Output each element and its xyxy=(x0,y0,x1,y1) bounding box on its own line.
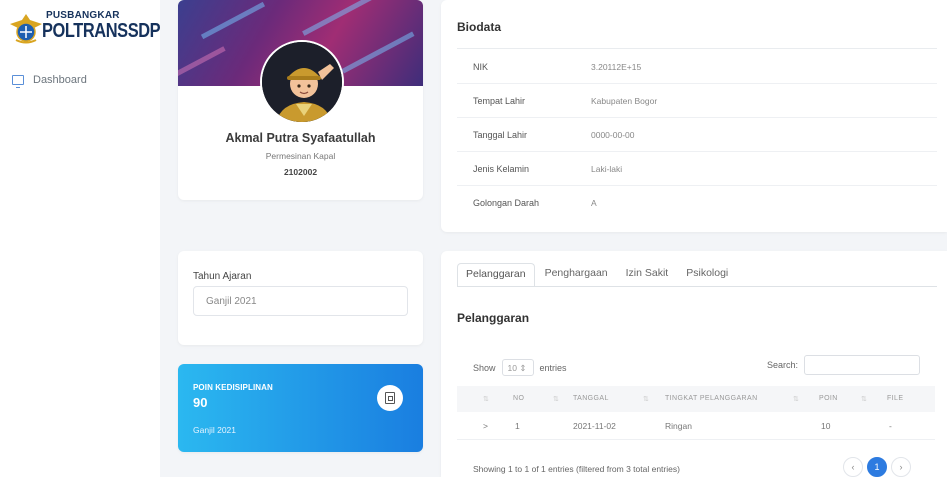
cell-no: 1 xyxy=(515,421,520,431)
biodata-value: Kabupaten Bogor xyxy=(591,96,658,106)
sort-icon: ⇅ xyxy=(553,396,560,403)
sidebar-item-label: Dashboard xyxy=(33,74,87,86)
biodata-row-jenis-kelamin: Jenis Kelamin Laki-laki xyxy=(457,152,937,186)
cell-file: - xyxy=(889,421,892,431)
poin-label: POIN KEDISIPLINAN xyxy=(193,383,273,392)
table-info: Showing 1 to 1 of 1 entries (filtered fr… xyxy=(473,464,680,474)
prev-page-button[interactable]: ‹ xyxy=(843,457,863,477)
search-label: Search: xyxy=(767,360,799,370)
search-input[interactable] xyxy=(804,355,921,375)
next-page-button[interactable]: › xyxy=(891,457,911,477)
emblem-icon xyxy=(10,14,42,44)
poin-semester: Ganjil 2021 xyxy=(193,425,237,435)
sort-icon: ⇅ xyxy=(861,396,868,403)
biodata-value: Laki-laki xyxy=(591,164,623,174)
profile-name: Akmal Putra Syafaatullah xyxy=(225,131,376,145)
avatar xyxy=(260,40,344,124)
cell-poin: 10 xyxy=(821,421,831,431)
tab-penghargaan[interactable]: Penghargaan xyxy=(537,263,616,287)
biodata-value: A xyxy=(591,198,597,208)
page-button-1[interactable]: 1 xyxy=(867,457,887,477)
entries-label: entries xyxy=(539,362,567,373)
tab-pelanggaran[interactable]: Pelanggaran xyxy=(457,263,535,287)
tab-izin-sakit[interactable]: Izin Sakit xyxy=(618,263,677,287)
tab-divider xyxy=(457,286,937,287)
profile-student-id: 2102002 xyxy=(283,167,318,177)
sort-icon: ⇅ xyxy=(643,396,650,403)
tab-psikologi[interactable]: Psikologi xyxy=(678,263,736,287)
tahun-ajaran-card: Tahun Ajaran Ganjil 2021 xyxy=(178,251,423,345)
poin-kedisiplinan-card: POIN KEDISIPLINAN 90 Ganjil 2021 xyxy=(178,364,423,452)
biodata-value: 0000-00-00 xyxy=(591,130,635,140)
sort-icon: ⇅ xyxy=(793,396,800,403)
tab-bar: Pelanggaran Penghargaan Izin Sakit Psiko… xyxy=(457,263,738,287)
records-card: Pelanggaran Penghargaan Izin Sakit Psiko… xyxy=(441,251,947,477)
biodata-row-tanggal-lahir: Tanggal Lahir 0000-00-00 xyxy=(457,118,937,152)
header-file[interactable]: FILE xyxy=(887,395,903,402)
sort-icon: ⇅ xyxy=(483,396,490,403)
header-tanggal[interactable]: TANGGAL xyxy=(573,395,609,402)
cell-tingkat: Ringan xyxy=(665,421,692,431)
biodata-label: Jenis Kelamin xyxy=(473,164,530,174)
biodata-row-tempat-lahir: Tempat Lahir Kabupaten Bogor xyxy=(457,84,937,118)
biodata-card: Biodata NIK 3.20112E+15 Tempat Lahir Kab… xyxy=(441,0,947,232)
table-row[interactable]: > 1 2021-11-02 Ringan 10 - xyxy=(457,412,935,440)
header-tingkat[interactable]: TINGKAT PELANGGARAN xyxy=(665,395,758,402)
biodata-label: Tanggal Lahir xyxy=(473,130,528,140)
poin-value: 90 xyxy=(193,395,208,410)
sidebar: PUSBANGKAR POLTRANSSDP Dashboard xyxy=(0,0,161,477)
pagination: ‹ 1 › xyxy=(843,457,911,477)
tahun-ajaran-label: Tahun Ajaran xyxy=(193,271,252,282)
section-title: Pelanggaran xyxy=(457,311,530,325)
divider xyxy=(457,48,937,49)
table-header: ⇅ NO ⇅ TANGGAL ⇅ TINGKAT PELANGGARAN ⇅ P… xyxy=(457,386,935,412)
monitor-icon xyxy=(12,75,24,88)
biodata-label: NIK xyxy=(473,62,489,72)
header-no[interactable]: NO xyxy=(513,395,524,402)
entries-select[interactable]: 10 ⇕ xyxy=(501,359,534,376)
biodata-label: Golongan Darah xyxy=(473,198,540,208)
notebook-icon xyxy=(377,385,403,411)
profile-department: Permesinan Kapal xyxy=(265,151,336,161)
tahun-ajaran-select[interactable]: Ganjil 2021 xyxy=(193,286,408,316)
profile-card: Akmal Putra Syafaatullah Permesinan Kapa… xyxy=(178,0,423,200)
logo-main-text: POLTRANSSDP xyxy=(42,20,161,42)
pelanggaran-table: ⇅ NO ⇅ TANGGAL ⇅ TINGKAT PELANGGARAN ⇅ P… xyxy=(457,386,935,440)
show-label: Show xyxy=(473,362,496,373)
header-poin[interactable]: POIN xyxy=(819,395,838,402)
biodata-row-nik: NIK 3.20112E+15 xyxy=(457,50,937,84)
logo[interactable]: PUSBANGKAR POLTRANSSDP xyxy=(8,6,161,52)
biodata-title: Biodata xyxy=(457,20,502,34)
biodata-row-golongan-darah: Golongan Darah A xyxy=(457,186,937,220)
cell-tanggal: 2021-11-02 xyxy=(573,421,616,431)
sidebar-item-dashboard[interactable]: Dashboard xyxy=(12,74,87,88)
expand-icon[interactable]: > xyxy=(483,421,488,431)
biodata-value: 3.20112E+15 xyxy=(591,62,642,72)
biodata-label: Tempat Lahir xyxy=(473,96,526,106)
search-control: Search: xyxy=(767,355,921,375)
show-entries-control: Show 10 ⇕ entries xyxy=(473,359,567,376)
